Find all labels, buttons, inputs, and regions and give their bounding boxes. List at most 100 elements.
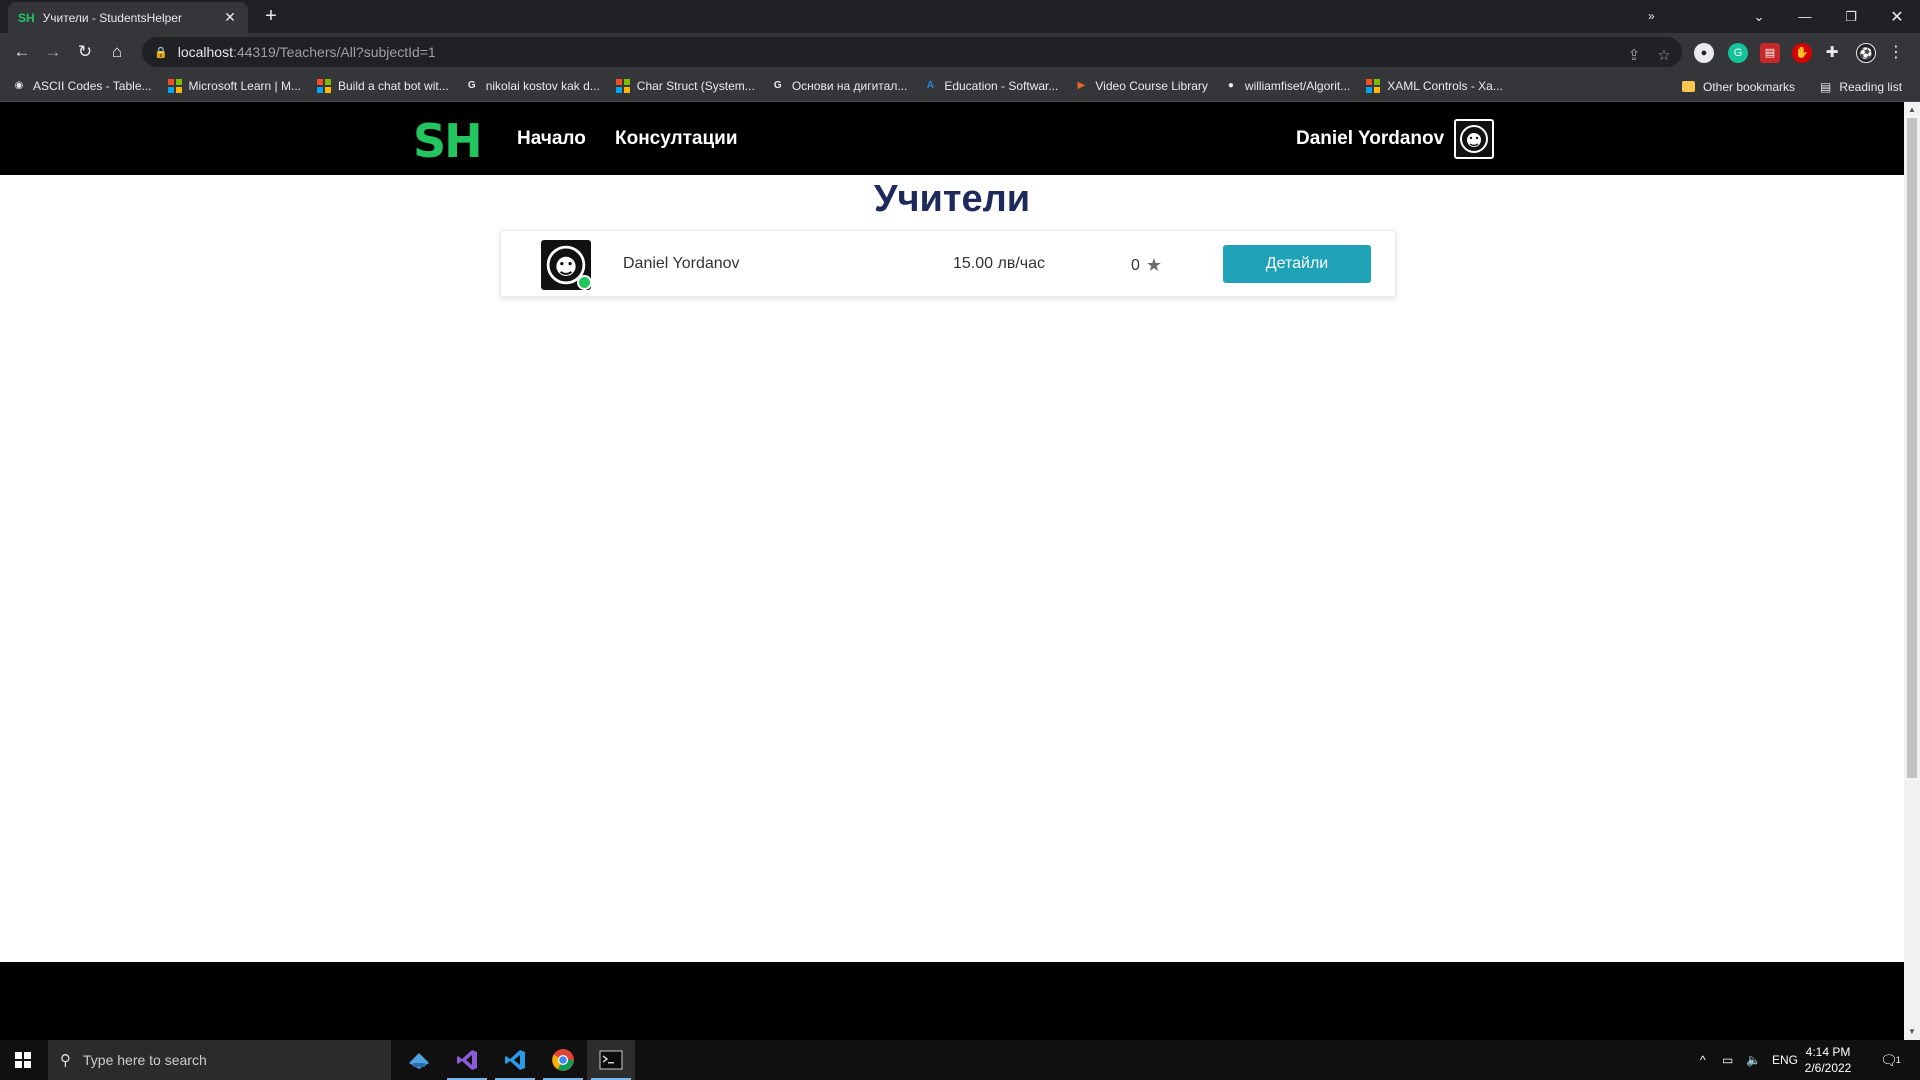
notification-count: 1 — [1895, 1055, 1901, 1065]
vscode-icon[interactable] — [491, 1040, 539, 1080]
bookmark-item[interactable]: Gnikolai kostov kak d... — [465, 79, 600, 93]
page-viewport: SH Начало Консултации Daniel Yordanov Уч… — [0, 102, 1904, 1040]
bookmark-label: XAML Controls - Xa... — [1387, 79, 1503, 93]
scroll-down-icon[interactable]: ▼ — [1904, 1024, 1920, 1040]
other-bookmarks[interactable]: Other bookmarks — [1682, 71, 1795, 102]
clock-date: 2/6/2022 — [1804, 1061, 1852, 1075]
bookmark-item[interactable]: G Основи на дигитал... — [771, 79, 908, 93]
github-icon: ● — [1227, 80, 1234, 91]
close-window-button[interactable]: ✕ — [1874, 0, 1920, 33]
tab-title: Учители - StudentsHelper — [42, 10, 182, 25]
teacher-name: Daniel Yordanov — [623, 255, 740, 272]
details-button[interactable]: Детайли — [1223, 245, 1371, 283]
bookmarks-overflow-icon[interactable]: » — [1648, 0, 1655, 31]
adblock-icon[interactable]: ✋ — [1792, 43, 1812, 63]
site-footer — [0, 962, 1904, 1040]
share-icon[interactable]: ⇪ — [1622, 41, 1646, 71]
user-name-link[interactable]: Daniel Yordanov — [1296, 128, 1444, 150]
nav-consultations-link[interactable]: Консултации — [615, 128, 738, 150]
reload-icon[interactable]: ↻ — [73, 40, 97, 64]
profile-extension-icon[interactable]: ● — [1694, 43, 1714, 63]
terminal-icon[interactable] — [587, 1040, 635, 1080]
taskbar-search[interactable]: ⚲ Type here to search — [48, 1040, 391, 1080]
network-icon[interactable]: ▭ — [1722, 1040, 1733, 1080]
microsoft-icon — [1366, 79, 1381, 93]
browser-menu-icon[interactable]: ⋮ — [1886, 43, 1906, 63]
google-icon: G — [467, 80, 476, 91]
bookmark-label: Microsoft Learn | M... — [188, 79, 301, 93]
nav-home-link[interactable]: Начало — [517, 128, 586, 150]
visual-studio-icon[interactable] — [443, 1040, 491, 1080]
bookmark-item[interactable]: ● williamfiset/Algorit... — [1224, 79, 1350, 93]
bookmark-item[interactable]: ◉ ASCII Codes - Table... — [12, 79, 152, 93]
address-bar[interactable]: 🔒 localhost:44319/Teachers/All?subjectId… — [142, 37, 1682, 67]
page-title: Учители — [873, 178, 1031, 220]
taskbar-clock[interactable]: 4:14 PM 2/6/2022 — [1798, 1044, 1858, 1076]
windows-logo-icon — [15, 1052, 31, 1068]
lock-icon: 🔒 — [154, 46, 168, 59]
scroll-up-icon[interactable]: ▲ — [1904, 102, 1920, 118]
bookmark-item[interactable]: XAML Controls - Xa... — [1366, 79, 1503, 93]
file-explorer-icon[interactable] — [395, 1040, 443, 1080]
bookmark-item[interactable]: ▶ Video Course Library — [1074, 79, 1208, 93]
profile-avatar-icon[interactable]: ⚽ — [1856, 43, 1876, 63]
google-icon: G — [773, 80, 782, 91]
bookmark-star-icon[interactable]: ☆ — [1652, 41, 1676, 71]
bookmark-label: Основи на дигитал... — [791, 79, 908, 93]
volume-icon[interactable]: 🔈 — [1746, 1040, 1761, 1080]
star-icon: ★ — [1145, 255, 1163, 275]
grammarly-icon[interactable]: G — [1728, 43, 1748, 63]
reading-list-icon: ▤ — [1820, 79, 1832, 94]
browser-tab[interactable]: SH Учители - StudentsHelper ✕ — [8, 2, 248, 33]
new-tab-button[interactable]: + — [260, 5, 282, 27]
site-logo[interactable]: SH — [413, 114, 483, 168]
chrome-icon[interactable] — [539, 1040, 587, 1080]
play-icon: ▶ — [1077, 80, 1086, 91]
url-path: :44319/Teachers/All?subjectId=1 — [232, 44, 436, 60]
microsoft-icon — [167, 79, 182, 93]
forward-arrow-icon[interactable]: → — [41, 40, 65, 64]
extensions-puzzle-icon[interactable]: ✚ — [1822, 43, 1842, 63]
bookmarks-bar: ◉ ASCII Codes - Table... Microsoft Learn |… — [0, 71, 1920, 102]
azure-icon: A — [926, 80, 934, 91]
close-tab-icon[interactable]: ✕ — [222, 9, 238, 26]
teacher-price: 15.00 лв/час — [953, 255, 1045, 272]
other-bookmarks-label: Other bookmarks — [1703, 79, 1796, 94]
windows-start-button[interactable] — [0, 1040, 46, 1080]
tray-overflow-icon[interactable]: ^ — [1700, 1040, 1706, 1080]
reading-list-label: Reading list — [1839, 79, 1903, 94]
language-indicator[interactable]: ENG — [1772, 1040, 1798, 1080]
globe-icon: ◉ — [14, 80, 24, 91]
site-favicon-icon: SH — [18, 10, 35, 25]
back-arrow-icon[interactable]: ← — [10, 40, 34, 64]
microsoft-icon — [615, 79, 630, 93]
bookmark-label: Video Course Library — [1095, 79, 1208, 93]
notification-center-icon[interactable]: 🗨 1 — [1880, 1040, 1901, 1080]
reading-list[interactable]: ▤ Reading list — [1820, 71, 1902, 102]
home-icon[interactable]: ⌂ — [105, 40, 129, 64]
rating-value: 0 — [1131, 256, 1140, 274]
clock-time: 4:14 PM — [1805, 1045, 1851, 1059]
bookmark-item[interactable]: Char Struct (System... — [615, 79, 755, 93]
browser-toolbar: ← → ↻ ⌂ 🔒 localhost:44319/Teachers/All?s… — [0, 33, 1920, 71]
bookmark-item[interactable]: A Education - Softwar... — [923, 79, 1059, 93]
bookmark-label: Char Struct (System... — [636, 79, 755, 93]
user-avatar[interactable] — [1454, 119, 1494, 159]
page-scrollbar[interactable]: ▲ ▼ — [1904, 102, 1920, 1040]
online-status-indicator — [577, 275, 592, 290]
taskbar-search-placeholder: Type here to search — [83, 1052, 207, 1068]
lion-icon — [1460, 125, 1488, 153]
bookmark-item[interactable]: Build a chat bot wit... — [316, 79, 449, 93]
bookmark-label: Build a chat bot wit... — [337, 79, 449, 93]
teacher-rating: 0 ★ — [1131, 255, 1162, 276]
teacher-card: Daniel Yordanov 15.00 лв/час 0 ★ Детайли — [500, 230, 1396, 297]
minimize-button[interactable]: — — [1782, 0, 1828, 33]
scrollbar-thumb[interactable] — [1907, 118, 1917, 778]
pdf-extension-icon[interactable]: ▤ — [1760, 43, 1780, 63]
browser-tabstrip: SH Учители - StudentsHelper ✕ + ⌄ — ❐ ✕ — [0, 0, 1920, 33]
restore-button[interactable]: ❐ — [1828, 0, 1874, 33]
bookmark-label: ASCII Codes - Table... — [33, 79, 152, 93]
search-icon: ⚲ — [60, 1052, 71, 1069]
bookmark-item[interactable]: Microsoft Learn | M... — [167, 79, 301, 93]
tab-search-icon[interactable]: ⌄ — [1736, 0, 1782, 33]
